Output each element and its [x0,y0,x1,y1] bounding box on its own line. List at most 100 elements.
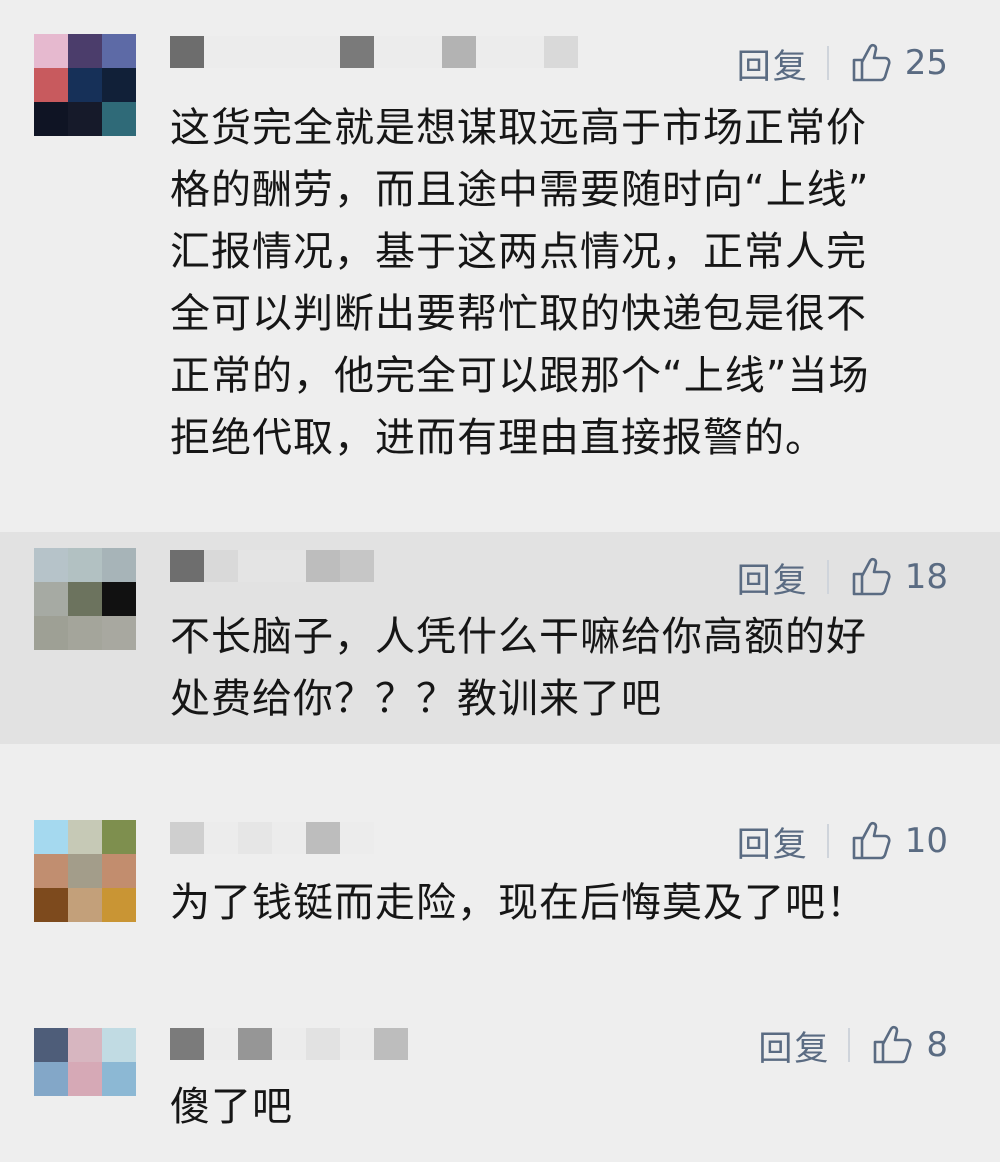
avatar-pixel [34,820,68,854]
avatar-pixel [34,616,68,650]
comment-item: 回复 8 傻了吧 [0,1010,1000,1162]
avatar-pixel [102,68,136,102]
reply-button[interactable]: 回复 [737,817,809,866]
avatar-pixel [34,888,68,922]
username-pixel [340,36,374,68]
avatar[interactable] [34,820,136,922]
username-pixel [374,1028,408,1060]
avatar[interactable] [34,548,136,650]
avatar-pixel [34,1062,68,1096]
avatar-pixel [102,820,136,854]
username-pixel [340,1028,374,1060]
divider [848,1028,851,1062]
username-pixel [476,36,510,68]
avatar-pixel [68,1096,102,1130]
avatar[interactable] [34,1028,136,1130]
avatar-pixel [34,1096,68,1130]
username-pixel [272,550,306,582]
comment-actions: 回复 18 [737,552,948,602]
thumbs-up-icon[interactable] [849,41,893,85]
username-pixel [340,822,374,854]
avatar-pixel [34,68,68,102]
comment-actions: 回复 10 [737,816,948,866]
username-pixelated[interactable] [170,36,578,68]
like-count: 25 [904,43,948,83]
avatar-pixel [34,1028,68,1062]
username-pixel [306,822,340,854]
comment-text: 为了钱铤而走险，现在后悔莫及了吧！ [170,880,867,926]
avatar-pixel [68,854,102,888]
divider [826,824,829,858]
like-count: 8 [926,1025,948,1065]
avatar-pixel [102,854,136,888]
avatar-pixel [102,1028,136,1062]
comment-item: 回复 25 这货完全就是想谋取远高于市场正常价 格的酬劳，而且途中需要随时向“上… [0,0,1000,530]
username-pixel [306,36,340,68]
username-pixel [442,36,476,68]
avatar-pixel [68,888,102,922]
username-pixelated[interactable] [170,1028,408,1060]
avatar-pixel [68,548,102,582]
username-pixel [238,1028,272,1060]
reply-button[interactable]: 回复 [737,39,809,88]
avatar-pixel [68,616,102,650]
divider [826,560,829,594]
avatar-pixel [34,34,68,68]
avatar-pixel [34,854,68,888]
avatar-pixel [68,102,102,136]
like-count: 18 [904,557,948,597]
like-count: 10 [904,821,948,861]
username-pixel [238,36,272,68]
username-pixel [544,36,578,68]
avatar-pixel [68,1062,102,1096]
avatar-pixel [102,548,136,582]
avatar-pixel [102,1062,136,1096]
username-pixel [238,822,272,854]
comment-text: 傻了吧 [170,1084,293,1130]
username-pixel [374,36,408,68]
username-pixel [204,550,238,582]
username-pixel [272,36,306,68]
comment-text: 不长脑子，人凭什么干嘛给你高额的好 处费给你？？？教训来了吧 [170,614,867,722]
username-pixel [170,36,204,68]
comment-actions: 回复 8 [758,1020,948,1070]
username-pixelated[interactable] [170,550,374,582]
comment-text: 这货完全就是想谋取远高于市场正常价 格的酬劳，而且途中需要随时向“上线” 汇报情… [170,105,870,461]
username-pixel [170,822,204,854]
reply-button[interactable]: 回复 [758,1021,830,1070]
username-pixel [306,550,340,582]
comment-actions: 回复 25 [737,38,948,88]
avatar-pixel [68,820,102,854]
thumbs-up-icon[interactable] [870,1023,914,1067]
avatar-pixel [68,582,102,616]
username-pixel [204,822,238,854]
avatar-pixel [68,34,102,68]
avatar-pixel [68,1028,102,1062]
comment-item: 回复 10 为了钱铤而走险，现在后悔莫及了吧！ [0,800,1000,980]
username-pixel [306,1028,340,1060]
avatar-pixel [102,616,136,650]
comment-item: 回复 18 不长脑子，人凭什么干嘛给你高额的好 处费给你？？？教训来了吧 [0,532,1000,744]
username-pixel [170,1028,204,1060]
username-pixel [272,822,306,854]
reply-button[interactable]: 回复 [737,553,809,602]
username-pixel [272,1028,306,1060]
avatar[interactable] [34,34,136,136]
username-pixel [408,36,442,68]
avatar-pixel [34,102,68,136]
thumbs-up-icon[interactable] [849,555,893,599]
username-pixel [510,36,544,68]
username-pixel [170,550,204,582]
avatar-pixel [68,68,102,102]
thumbs-up-icon[interactable] [849,819,893,863]
username-pixelated[interactable] [170,822,374,854]
avatar-pixel [34,548,68,582]
avatar-pixel [102,102,136,136]
avatar-pixel [34,582,68,616]
username-pixel [204,36,238,68]
avatar-pixel [102,888,136,922]
username-pixel [340,550,374,582]
username-pixel [204,1028,238,1060]
avatar-pixel [102,1096,136,1130]
username-pixel [238,550,272,582]
